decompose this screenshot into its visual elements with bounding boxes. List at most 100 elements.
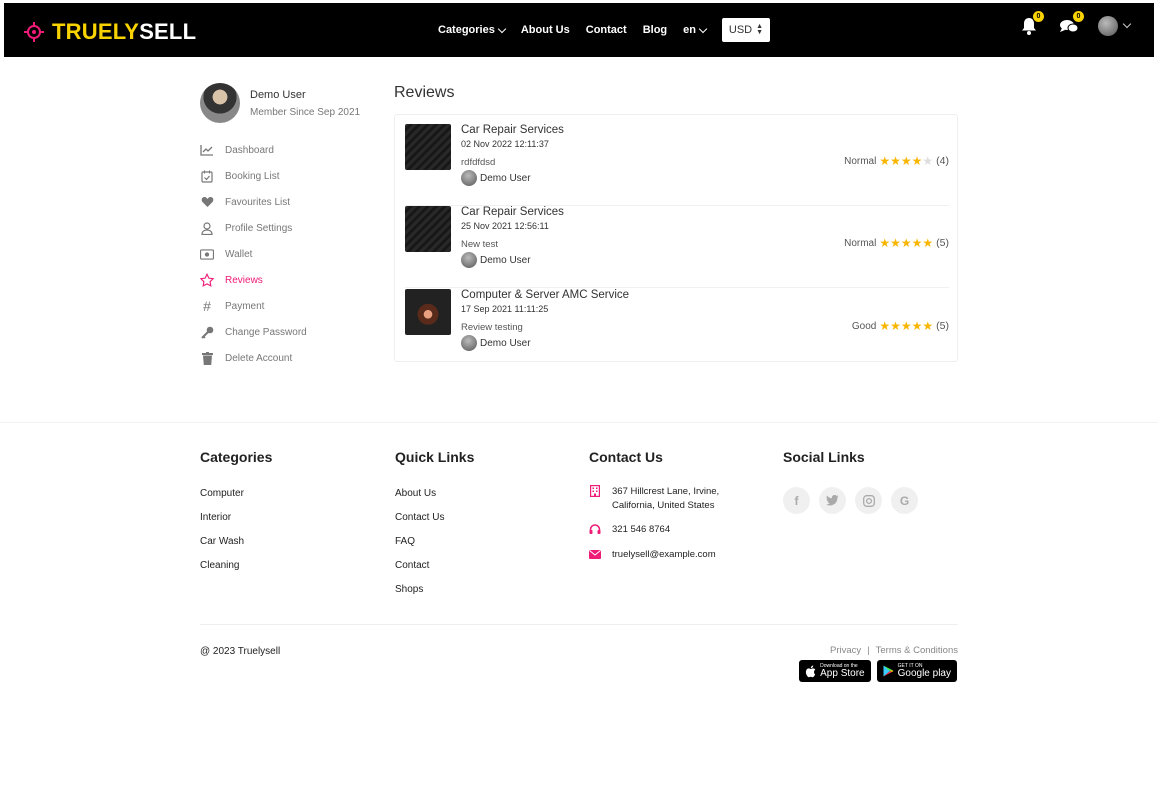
currency-select[interactable]: USD ▲ ▼ bbox=[722, 18, 770, 42]
chevron-down-icon bbox=[698, 24, 708, 33]
footer-link[interactable]: FAQ bbox=[395, 536, 474, 560]
footer-link[interactable]: Contact Us bbox=[395, 512, 474, 536]
reviews-list: Car Repair Services 02 Nov 2022 12:11:37… bbox=[394, 114, 958, 362]
contact-address: 367 Hillcrest Lane, Irvine, California, U… bbox=[589, 485, 719, 513]
profile-card: Demo User Member Since Sep 2021 bbox=[200, 83, 360, 123]
review-user: Demo User bbox=[461, 170, 564, 186]
sidebar-item-label: Favourites List bbox=[225, 196, 291, 208]
app-store-button[interactable]: Download on the App Store bbox=[799, 660, 871, 682]
service-thumbnail[interactable] bbox=[405, 206, 451, 252]
review-service-title[interactable]: Car Repair Services bbox=[461, 206, 564, 218]
service-thumbnail[interactable] bbox=[405, 289, 451, 335]
nav-categories[interactable]: Categories bbox=[438, 24, 507, 36]
star-icon: ★ bbox=[900, 154, 912, 168]
app-store-badges: Download on the App Store GET IT ON Google… bbox=[799, 660, 957, 682]
user-avatar-menu[interactable] bbox=[1098, 16, 1118, 36]
star-icon: ★ bbox=[911, 154, 923, 168]
footer-link[interactable]: Car Wash bbox=[200, 536, 272, 560]
star-icon bbox=[200, 273, 214, 287]
sidebar-menu: Dashboard Booking List Favourites List P… bbox=[200, 137, 380, 371]
review-text: rdfdfdsd bbox=[461, 157, 496, 168]
sidebar-item-booking-list[interactable]: Booking List bbox=[200, 163, 380, 189]
footer-link[interactable]: About Us bbox=[395, 488, 474, 512]
footer-categories: Categories Computer Interior Car Wash Cl… bbox=[200, 449, 272, 584]
sort-icon: ▲ ▼ bbox=[756, 23, 764, 36]
footer-link[interactable]: Shops bbox=[395, 584, 474, 608]
divider: | bbox=[867, 645, 870, 656]
footer-link[interactable]: Contact bbox=[395, 560, 474, 584]
instagram-icon[interactable] bbox=[855, 487, 882, 514]
legal-links: Privacy | Terms & Conditions bbox=[830, 645, 958, 656]
key-icon bbox=[200, 325, 214, 339]
review-service-title[interactable]: Computer & Server AMC Service bbox=[461, 289, 629, 301]
member-since: Member Since Sep 2021 bbox=[250, 106, 361, 118]
facebook-icon[interactable]: f bbox=[783, 487, 810, 514]
chart-line-icon bbox=[200, 143, 214, 157]
star-icon: ★ bbox=[922, 319, 934, 333]
star-icon: ★ bbox=[922, 236, 934, 250]
contact-phone: 321 546 8764 bbox=[589, 523, 719, 537]
language-selector[interactable]: en bbox=[683, 24, 708, 36]
contact-email-text[interactable]: truelysell@example.com bbox=[612, 548, 716, 562]
footer-link[interactable]: Interior bbox=[200, 512, 272, 536]
terms-link[interactable]: Terms & Conditions bbox=[876, 645, 958, 656]
play-store-icon bbox=[883, 665, 894, 677]
notification-button[interactable]: 0 bbox=[1018, 11, 1044, 37]
star-icon: ★ bbox=[922, 154, 934, 168]
footer-link[interactable]: Computer bbox=[200, 488, 272, 512]
footer-link[interactable]: Cleaning bbox=[200, 560, 272, 584]
chevron-down-icon[interactable] bbox=[1122, 19, 1132, 29]
twitter-icon[interactable] bbox=[819, 487, 846, 514]
address-line: 367 Hillcrest Lane, Irvine, bbox=[612, 486, 720, 497]
service-thumbnail[interactable] bbox=[405, 124, 451, 170]
star-icon: ★ bbox=[890, 236, 901, 250]
logo-text: TRUELYSELL bbox=[52, 19, 196, 45]
building-icon bbox=[589, 485, 601, 497]
star-icon: ★ bbox=[911, 319, 923, 333]
chat-badge: 0 bbox=[1073, 11, 1084, 22]
nav-categories-label: Categories bbox=[438, 24, 495, 36]
google-play-button[interactable]: GET IT ON Google play bbox=[876, 660, 957, 682]
nav-about-label: About Us bbox=[520, 24, 570, 36]
review-service-title[interactable]: Car Repair Services bbox=[461, 124, 564, 136]
star-icon: ★ bbox=[911, 236, 923, 250]
footer-heading: Contact Us bbox=[589, 449, 663, 465]
avatar bbox=[461, 252, 477, 268]
avatar bbox=[200, 83, 240, 123]
contact-phone-text[interactable]: 321 546 8764 bbox=[612, 523, 670, 537]
sidebar-item-label: Change Password bbox=[225, 326, 307, 338]
footer-heading: Categories bbox=[200, 449, 273, 465]
review-user: Demo User bbox=[461, 335, 629, 351]
sidebar-item-label: Profile Settings bbox=[225, 222, 293, 234]
nav-blog[interactable]: Blog bbox=[643, 24, 667, 36]
rating-label: Normal bbox=[844, 237, 877, 249]
sidebar-item-dashboard[interactable]: Dashboard bbox=[200, 137, 380, 163]
star-icon: ★ bbox=[900, 236, 912, 250]
star-icon: ★ bbox=[890, 319, 901, 333]
review-user-name: Demo User bbox=[480, 254, 531, 266]
sidebar-item-profile-settings[interactable]: Profile Settings bbox=[200, 215, 380, 241]
sidebar-item-reviews[interactable]: Reviews bbox=[200, 267, 380, 293]
logo-text-truely: TRUELY bbox=[52, 19, 140, 44]
privacy-link[interactable]: Privacy bbox=[830, 645, 861, 656]
review-item: Car Repair Services 02 Nov 2022 12:11:37… bbox=[405, 124, 949, 206]
avatar bbox=[461, 335, 477, 351]
sidebar-item-favourites[interactable]: Favourites List bbox=[200, 189, 380, 215]
rating-score: (5) bbox=[936, 320, 949, 332]
sidebar-item-label: Wallet bbox=[225, 248, 253, 260]
sidebar-item-change-password[interactable]: Change Password bbox=[200, 319, 380, 345]
review-date: 17 Sep 2021 11:11:25 bbox=[461, 304, 549, 314]
heart-icon bbox=[200, 195, 214, 209]
sidebar-item-label: Dashboard bbox=[225, 144, 274, 156]
logo[interactable]: TRUELYSELL bbox=[24, 19, 196, 45]
footer-social: Social Links f G bbox=[783, 449, 918, 514]
nav-about-us[interactable]: About Us bbox=[521, 24, 570, 36]
nav-contact[interactable]: Contact bbox=[586, 24, 627, 36]
google-icon[interactable]: G bbox=[891, 487, 918, 514]
sidebar-item-payment[interactable]: # Payment bbox=[200, 293, 380, 319]
star-icon: ★ bbox=[879, 236, 891, 250]
sidebar-item-wallet[interactable]: Wallet bbox=[200, 241, 380, 267]
chat-button[interactable]: 0 bbox=[1058, 11, 1084, 37]
sidebar-item-delete-account[interactable]: Delete Account bbox=[200, 345, 380, 371]
money-icon bbox=[200, 247, 214, 261]
